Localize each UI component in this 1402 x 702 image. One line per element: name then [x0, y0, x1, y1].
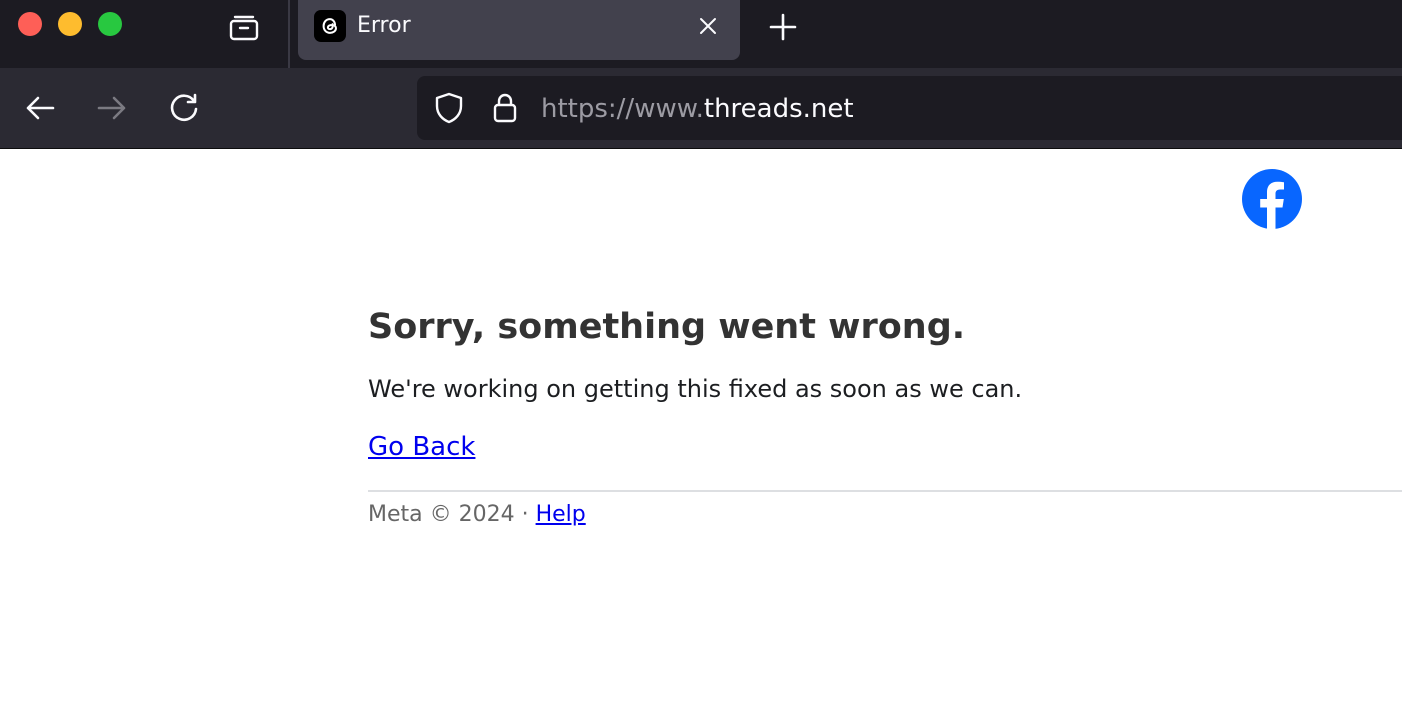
error-message: We're working on getting this fixed as s…: [368, 375, 1023, 403]
threads-icon: [314, 10, 346, 42]
facebook-icon[interactable]: [1242, 169, 1302, 229]
window-minimize-button[interactable]: [58, 12, 82, 36]
page-content: Sorry, something went wrong. We're worki…: [0, 149, 1402, 702]
address-bar[interactable]: https://www.threads.net: [417, 76, 1402, 140]
footer-divider: [368, 490, 1402, 492]
window-close-button[interactable]: [18, 12, 42, 36]
tab-strip-divider: [288, 0, 290, 68]
tab-strip: Error: [0, 0, 1402, 68]
url-host: threads.net: [703, 94, 854, 124]
tab-title: Error: [357, 13, 411, 38]
help-link[interactable]: Help: [536, 502, 586, 527]
window-zoom-button[interactable]: [98, 12, 122, 36]
navigation-toolbar: https://www.threads.net: [0, 68, 1402, 149]
tab-error[interactable]: Error: [298, 0, 740, 60]
lock-icon[interactable]: [489, 92, 521, 124]
url-prefix: https://www.: [541, 94, 704, 124]
go-back-link[interactable]: Go Back: [368, 431, 475, 463]
footer: Meta © 2024 · Help: [368, 501, 586, 529]
reload-icon[interactable]: [164, 88, 204, 128]
arrow-right-icon[interactable]: [92, 88, 132, 128]
url-text[interactable]: https://www.threads.net: [541, 93, 854, 125]
new-tab-icon[interactable]: [766, 10, 800, 44]
shield-icon[interactable]: [433, 92, 465, 124]
tab-overview-icon[interactable]: [226, 8, 262, 44]
page-title: Sorry, something went wrong.: [368, 307, 966, 347]
arrow-left-icon[interactable]: [20, 88, 60, 128]
close-tab-icon[interactable]: [694, 12, 722, 40]
footer-copyright: Meta © 2024 ·: [368, 502, 536, 527]
browser-window: Error https://www.threads.net Sorry, som…: [0, 0, 1402, 702]
